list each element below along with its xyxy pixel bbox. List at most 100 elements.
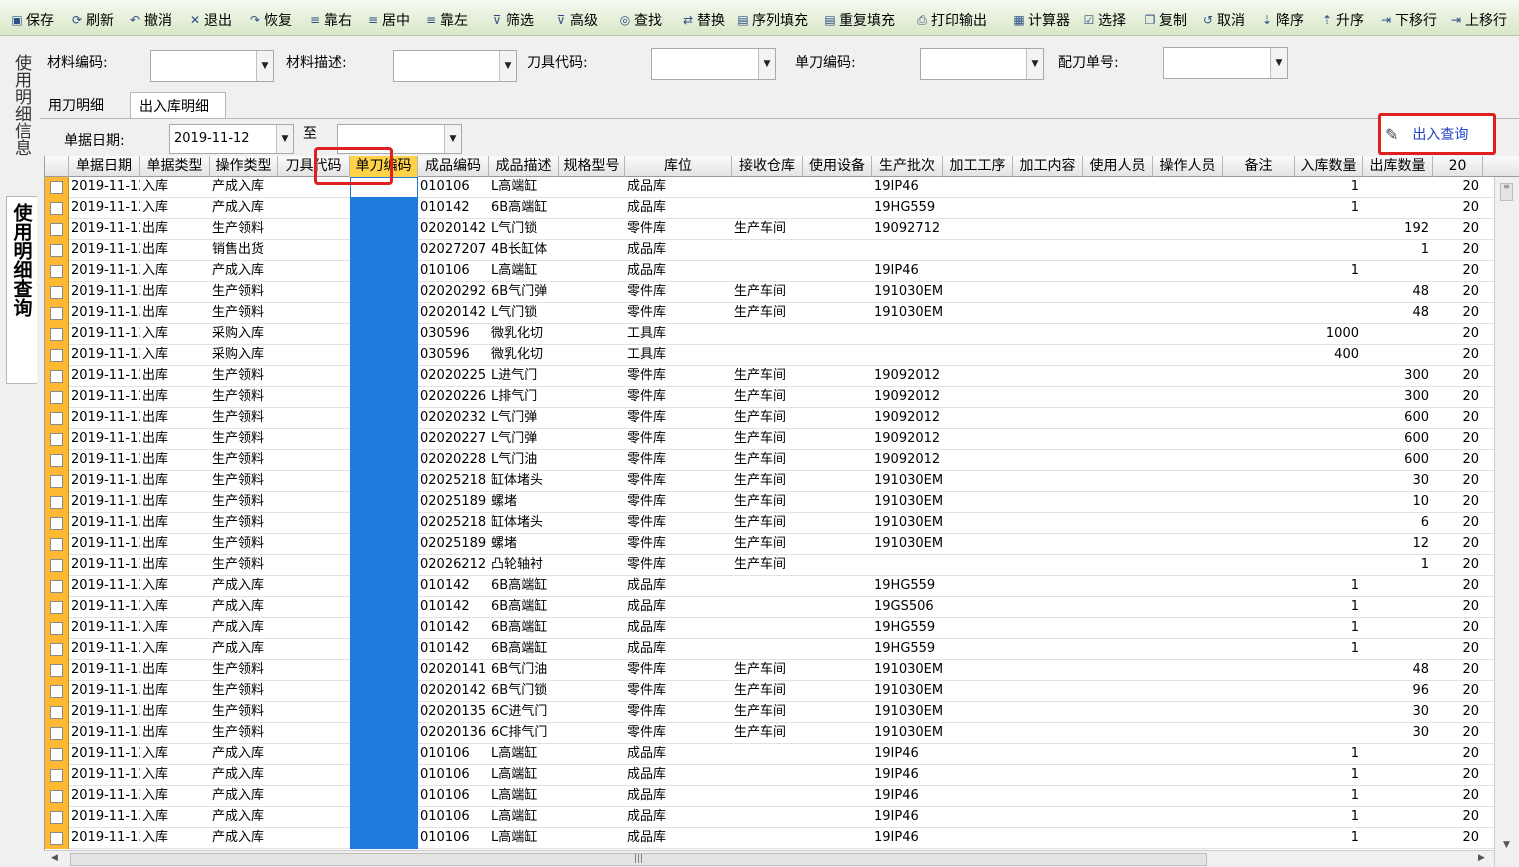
row-selector[interactable] (45, 387, 69, 408)
cell-op-type[interactable]: 生产领料 (210, 492, 278, 513)
cell-equipment[interactable] (803, 534, 872, 555)
cell-doc-type[interactable]: 出库 (140, 303, 210, 324)
cell-doc-type[interactable]: 入库 (140, 744, 210, 765)
table-row[interactable]: 2019-11-13 入库 产成入库 010106 L高端缸 成品库 19IP46 1 20 (45, 261, 1519, 282)
chevron-down-icon[interactable]: ▼ (1270, 48, 1287, 78)
cell-product-code[interactable]: 02020228 (418, 450, 489, 471)
row-checkbox[interactable] (50, 559, 63, 572)
cell-remark[interactable] (1223, 618, 1295, 639)
table-row[interactable]: 2019-11-12 出库 生产领料 02020226 L排气门 零件库 生产车间 19092… (45, 387, 1519, 408)
table-row[interactable]: 2019-11-12 入库 产成入库 010142 6B高端缸 成品库 19HG559 1 20 (45, 576, 1519, 597)
cell-op-type[interactable]: 生产领料 (210, 429, 278, 450)
cell-tool-code[interactable] (278, 765, 350, 786)
table-row[interactable]: 2019-11-13 出库 生产领料 02025218 缸体堵头 零件库 生产车间 19103… (45, 471, 1519, 492)
cell-in-qty[interactable] (1295, 471, 1363, 492)
cell-single-tool-code[interactable] (350, 366, 418, 387)
cell-out-qty[interactable]: 6 (1363, 513, 1433, 534)
cell-extra[interactable]: 20 (1433, 366, 1483, 387)
column-header-user[interactable]: 使用人员 (1083, 156, 1153, 177)
row-selector[interactable] (45, 828, 69, 849)
cell-doc-date[interactable]: 2019-11-12 (69, 765, 140, 786)
cell-op-type[interactable]: 生产领料 (210, 702, 278, 723)
date-from-combo[interactable]: 2019-11-12 ▼ (169, 124, 294, 154)
cell-receive-warehouse[interactable]: 生产车间 (732, 492, 803, 513)
cell-process[interactable] (943, 555, 1013, 576)
cell-doc-type[interactable]: 入库 (140, 828, 210, 849)
table-row[interactable]: 2019-11-12 出库 生产领料 02020225 L进气门 零件库 生产车间 19092… (45, 366, 1519, 387)
cell-out-qty[interactable] (1363, 765, 1433, 786)
cell-extra[interactable]: 20 (1433, 555, 1483, 576)
cell-receive-warehouse[interactable]: 生产车间 (732, 471, 803, 492)
cell-operator[interactable] (1153, 366, 1223, 387)
cell-user[interactable] (1083, 240, 1153, 261)
cell-extra[interactable]: 20 (1433, 492, 1483, 513)
cell-process[interactable] (943, 513, 1013, 534)
cell-doc-type[interactable]: 出库 (140, 450, 210, 471)
cell-remark[interactable] (1223, 387, 1295, 408)
cell-receive-warehouse[interactable]: 生产车间 (732, 723, 803, 744)
cell-op-type[interactable]: 生产领料 (210, 366, 278, 387)
cell-product-code[interactable]: 02020225 (418, 366, 489, 387)
table-row[interactable]: 2019-11-12 出库 销售出货 02027207 4B长缸体 成品库 1 20 (45, 240, 1519, 261)
cell-product-desc[interactable]: 6B气门锁 (489, 681, 559, 702)
cell-product-desc[interactable]: L高端缸 (489, 828, 559, 849)
print-button[interactable]: ⎙ 打印输出 (915, 9, 987, 31)
cell-user[interactable] (1083, 639, 1153, 660)
tab-tool-usage-detail[interactable]: 用刀明细 (40, 92, 128, 118)
cell-single-tool-code[interactable] (350, 240, 418, 261)
cell-user[interactable] (1083, 345, 1153, 366)
tool-code-combo[interactable]: ▼ (651, 48, 776, 80)
cell-location[interactable]: 工具库 (625, 324, 732, 345)
table-row[interactable]: 2019-11-12 出库 生产领料 02020142 L气门锁 零件库 生产车间 19092… (45, 219, 1519, 240)
cell-doc-type[interactable]: 出库 (140, 513, 210, 534)
cell-operator[interactable] (1153, 618, 1223, 639)
cell-process-content[interactable] (1013, 513, 1083, 534)
cell-in-qty[interactable]: 1 (1295, 177, 1363, 198)
cell-user[interactable] (1083, 177, 1153, 198)
cell-extra[interactable]: 20 (1433, 345, 1483, 366)
cell-spec-model[interactable] (559, 660, 625, 681)
cell-tool-code[interactable] (278, 240, 350, 261)
cell-equipment[interactable] (803, 660, 872, 681)
row-checkbox[interactable] (50, 811, 63, 824)
cell-batch[interactable]: 19HG559 (872, 198, 943, 219)
cell-spec-model[interactable] (559, 324, 625, 345)
cell-in-qty[interactable]: 1 (1295, 828, 1363, 849)
cell-user[interactable] (1083, 198, 1153, 219)
cell-batch[interactable]: 19IP46 (872, 177, 943, 198)
cell-doc-date[interactable]: 2019-11-12 (69, 366, 140, 387)
cell-receive-warehouse[interactable]: 生产车间 (732, 387, 803, 408)
cell-remark[interactable] (1223, 492, 1295, 513)
cell-process-content[interactable] (1013, 723, 1083, 744)
table-row[interactable]: 2019-11-12 入库 产成入库 010106 L高端缸 成品库 19IP46 1 20 (45, 765, 1519, 786)
single-tool-code-combo[interactable]: ▼ (920, 48, 1044, 80)
cell-process[interactable] (943, 450, 1013, 471)
cell-doc-date[interactable]: 2019-11-13 (69, 702, 140, 723)
cell-spec-model[interactable] (559, 261, 625, 282)
cell-extra[interactable]: 20 (1433, 702, 1483, 723)
cell-remark[interactable] (1223, 639, 1295, 660)
in-out-query-button[interactable]: ✎ 出入查询 (1378, 113, 1496, 155)
cell-process[interactable] (943, 471, 1013, 492)
cell-process-content[interactable] (1013, 450, 1083, 471)
cell-spec-model[interactable] (559, 303, 625, 324)
cell-equipment[interactable] (803, 513, 872, 534)
cell-doc-date[interactable]: 2019-11-12 (69, 387, 140, 408)
cell-tool-code[interactable] (278, 534, 350, 555)
cell-location[interactable]: 零件库 (625, 723, 732, 744)
cell-spec-model[interactable] (559, 618, 625, 639)
cell-in-qty[interactable] (1295, 534, 1363, 555)
row-selector[interactable] (45, 807, 69, 828)
cell-doc-date[interactable]: 2019-11-12 (69, 219, 140, 240)
cell-single-tool-code[interactable] (350, 282, 418, 303)
cell-in-qty[interactable] (1295, 366, 1363, 387)
cell-receive-warehouse[interactable] (732, 324, 803, 345)
cell-doc-date[interactable]: 2019-11-12 (69, 198, 140, 219)
cell-process[interactable] (943, 198, 1013, 219)
row-checkbox[interactable] (50, 223, 63, 236)
cell-doc-type[interactable]: 入库 (140, 807, 210, 828)
cell-op-type[interactable]: 产成入库 (210, 786, 278, 807)
cell-out-qty[interactable]: 192 (1363, 219, 1433, 240)
sort-asc-button[interactable]: ⇡ 升序 (1320, 9, 1364, 31)
cell-spec-model[interactable] (559, 240, 625, 261)
